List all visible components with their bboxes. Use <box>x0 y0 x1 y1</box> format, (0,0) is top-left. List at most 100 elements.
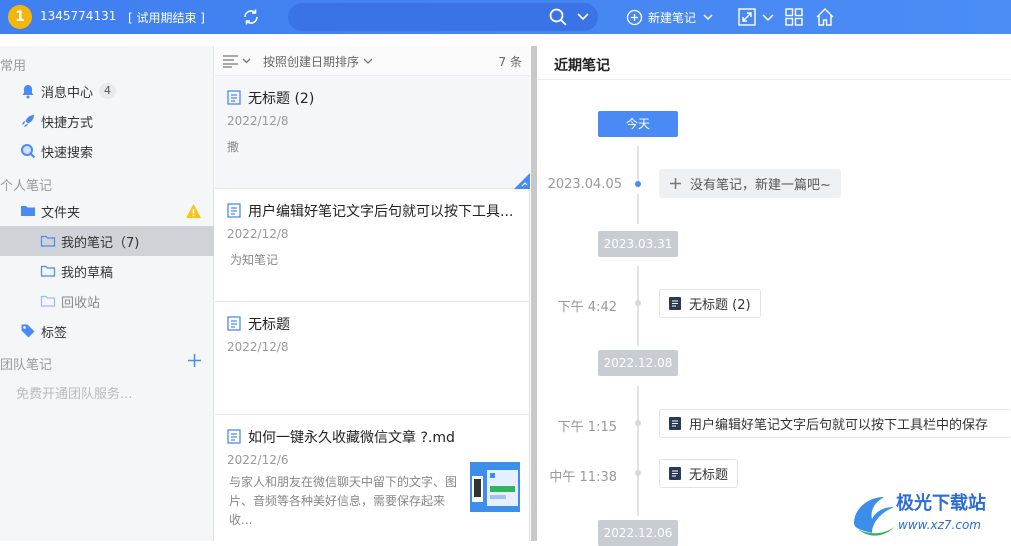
corner-marker-icon <box>514 173 530 189</box>
note-snippet: 为知笔记 <box>230 253 279 267</box>
sidebar-item-label: 快速搜索 <box>41 145 94 161</box>
recent-note-title: 用户编辑好笔记文字后句就可以按下工具栏中的保存 <box>689 418 989 433</box>
bell-icon <box>22 85 34 99</box>
sidebar-item-tags[interactable]: 标签 <box>0 316 214 346</box>
list-header: 按照创建日期排序 7 条 <box>215 46 530 76</box>
add-team-icon[interactable] <box>187 353 202 368</box>
recent-note-item[interactable]: 无标题 <box>659 459 739 488</box>
sidebar-item-label: 我的笔记（7) <box>61 235 140 251</box>
new-note-prompt[interactable]: 没有笔记，新建一篇吧~ <box>659 169 841 198</box>
note-date: 2022/12/8 <box>227 340 289 354</box>
timeline-time: 下午 4:42 <box>557 300 617 315</box>
today-button[interactable]: 今天 <box>598 111 678 137</box>
watermark-url: www.xz7.com <box>898 518 981 532</box>
snippet-line: 与家人和朋友在微信聊天中留下的文字、图 <box>229 475 458 489</box>
recent-note-title: 无标题 (2) <box>689 298 751 313</box>
note-title: 用户编辑好笔记文字后句就可以按下工具... <box>248 204 513 220</box>
chevron-down-icon[interactable] <box>701 10 715 24</box>
note-icon <box>669 297 681 310</box>
sidebar-item-label: 我的草稿 <box>61 265 114 281</box>
user-id[interactable]: 1345774131 <box>40 9 116 23</box>
sidebar-item-drafts[interactable]: 我的草稿 <box>0 256 214 286</box>
timeline-time: 下午 1:15 <box>557 420 617 435</box>
chevron-down-icon[interactable] <box>575 9 591 25</box>
note-title: 如何一键永久收藏微信文章 ?.md <box>248 430 455 446</box>
timeline-line <box>637 386 639 516</box>
timeline-line <box>637 194 639 224</box>
timeline-dot <box>635 420 641 426</box>
search-icon <box>21 144 36 159</box>
note-title: 无标题 (2) <box>248 91 315 107</box>
sidebar-item-folders[interactable]: 文件夹 <box>0 196 214 226</box>
date-pill: 2022.12.08 <box>598 350 678 376</box>
sidebar-item-label: 快捷方式 <box>41 115 94 131</box>
home-icon[interactable] <box>814 6 836 28</box>
sidebar-item-label: 标签 <box>41 325 68 341</box>
trial-status[interactable]: [ 试用期结束 ] <box>128 9 205 26</box>
note-icon <box>227 203 241 218</box>
chevron-down-icon[interactable] <box>760 6 776 28</box>
note-date: 2022/12/8 <box>227 114 289 128</box>
recent-notes-panel: 近期笔记 今天 2023.04.05 没有笔记，新建一篇吧~ 2023.03.3… <box>537 46 1011 546</box>
sidebar-item-messages[interactable]: 消息中心 4 <box>0 76 214 106</box>
sync-icon[interactable] <box>240 6 262 28</box>
date-pill: 2022.12.06 <box>598 520 678 546</box>
note-thumbnail <box>470 462 520 512</box>
folder-outline-icon <box>40 265 56 277</box>
list-item[interactable]: 如何一键永久收藏微信文章 ?.md 2022/12/6 与家人和朋友在微信聊天中… <box>215 415 530 528</box>
folder-outline-icon <box>40 235 56 247</box>
timeline-dot <box>635 181 641 187</box>
note-list: 按照创建日期排序 7 条 无标题 (2) 2022/12/8 撒 用户编辑好笔记… <box>215 46 530 541</box>
note-icon <box>227 429 241 444</box>
sidebar-item-my-notes[interactable]: 我的笔记（7) <box>0 226 214 256</box>
empty-text: 没有笔记，新建一篇吧~ <box>690 178 831 193</box>
folder-icon <box>21 206 35 216</box>
new-note-label: 新建笔记 <box>648 10 697 25</box>
avatar[interactable]: 1 <box>8 5 32 29</box>
divider <box>537 79 1011 80</box>
plus-circle-icon <box>626 9 643 25</box>
recent-note-item[interactable]: 用户编辑好笔记文字后句就可以按下工具栏中的保存 <box>659 409 1011 438</box>
sidebar-item-label: 回收站 <box>61 295 101 311</box>
grid-icon[interactable] <box>783 6 805 28</box>
watermark-brand: 极光下载站 <box>896 492 986 514</box>
note-date: 2022/12/8 <box>227 227 289 241</box>
sort-dropdown[interactable]: 按照创建日期排序 <box>263 53 359 70</box>
search-icon[interactable] <box>548 7 568 27</box>
chevron-down-icon[interactable] <box>363 56 373 66</box>
list-item[interactable]: 无标题 (2) 2022/12/8 撒 <box>215 76 530 189</box>
timeline-line <box>637 266 639 346</box>
list-item[interactable]: 无标题 2022/12/8 <box>215 302 530 415</box>
top-bar: 1 1345774131 [ 试用期结束 ] 新建笔记 <box>0 0 1011 34</box>
view-mode-icon[interactable] <box>222 54 252 68</box>
team-promo[interactable]: 免费开通团队服务... <box>16 383 132 402</box>
date-pill: 2023.03.31 <box>598 231 678 257</box>
plus-icon <box>670 178 681 189</box>
folder-outline-icon <box>40 295 56 307</box>
note-snippet: 撒 <box>227 140 240 154</box>
rocket-icon <box>22 115 34 127</box>
list-item[interactable]: 用户编辑好笔记文字后句就可以按下工具... 2022/12/8 为知笔记 <box>215 189 530 302</box>
watermark-logo: 极光下载站 www.xz7.com <box>854 492 986 536</box>
section-common: 常用 <box>0 59 27 74</box>
panel-title: 近期笔记 <box>554 58 610 74</box>
sidebar-item-recycle[interactable]: 回收站 <box>0 286 214 316</box>
note-icon <box>227 90 241 105</box>
sidebar-item-shortcuts[interactable]: 快捷方式 <box>0 106 214 136</box>
sidebar: 常用 消息中心 4 快捷方式 快速搜索 个人笔记 文件夹 我的笔记（7) 我的草… <box>0 46 214 541</box>
expand-icon[interactable] <box>736 6 758 28</box>
recent-note-item[interactable]: 无标题 (2) <box>659 289 761 318</box>
count-badge: 4 <box>99 83 117 99</box>
note-icon <box>669 417 681 430</box>
timeline-dot <box>635 300 641 306</box>
sidebar-item-quick-search[interactable]: 快速搜索 <box>0 136 214 166</box>
sidebar-item-label: 消息中心 <box>41 85 94 101</box>
sidebar-item-label: 文件夹 <box>41 205 81 221</box>
note-icon <box>669 467 681 480</box>
note-title: 无标题 <box>248 317 290 333</box>
warning-icon[interactable] <box>185 203 202 219</box>
new-note-button[interactable]: 新建笔记 <box>626 6 715 28</box>
timeline-date: 2023.04.05 <box>547 177 622 192</box>
timeline-dot <box>635 470 641 476</box>
snippet-line: 片、音频等各种美好信息，需要保存起来收... <box>229 494 446 527</box>
